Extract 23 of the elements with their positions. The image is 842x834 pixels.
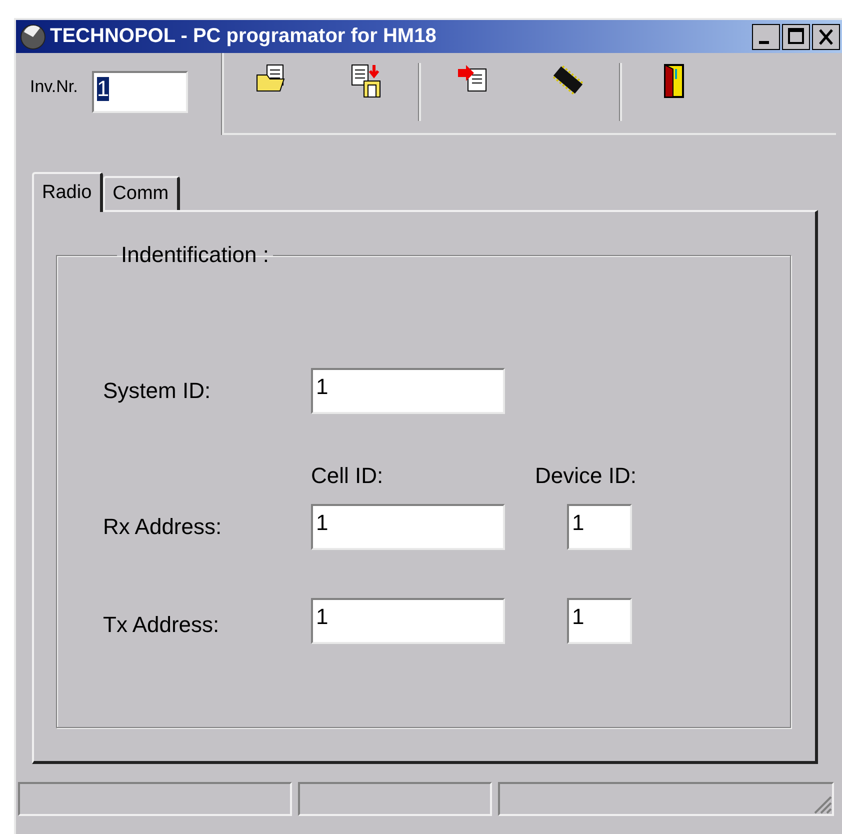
inv-number-field[interactable]: 1 <box>92 71 188 114</box>
app-icon <box>20 24 46 50</box>
cell-id-field[interactable]: 1 <box>311 598 505 644</box>
door-icon[interactable] <box>662 63 684 100</box>
device-id-field[interactable]: 1 <box>567 598 632 644</box>
document-arrow-icon[interactable] <box>456 63 490 94</box>
column-header: Cell ID: <box>311 463 384 489</box>
field-label: Tx Address: <box>103 612 220 639</box>
maximize-button[interactable] <box>782 24 810 50</box>
document-copy-icon[interactable] <box>350 63 384 100</box>
device-id-field[interactable]: 1 <box>567 504 632 550</box>
inv-number-label: Inv.Nr. <box>30 77 78 98</box>
cell-id-field[interactable]: 1 <box>311 504 505 550</box>
tab[interactable]: Comm <box>102 176 180 210</box>
column-header: Device ID: <box>535 463 636 489</box>
tab[interactable]: Radio <box>32 172 103 212</box>
field-label: System ID: <box>103 378 211 404</box>
system-id-field[interactable]: 1 <box>311 368 505 414</box>
field-label: Rx Address: <box>103 514 222 540</box>
close-button[interactable] <box>812 24 840 50</box>
window-title: TECHNOPOL - PC programator for HM18 <box>50 25 438 48</box>
group-title: Indentification : <box>120 242 270 268</box>
minimize-button[interactable] <box>752 24 780 50</box>
